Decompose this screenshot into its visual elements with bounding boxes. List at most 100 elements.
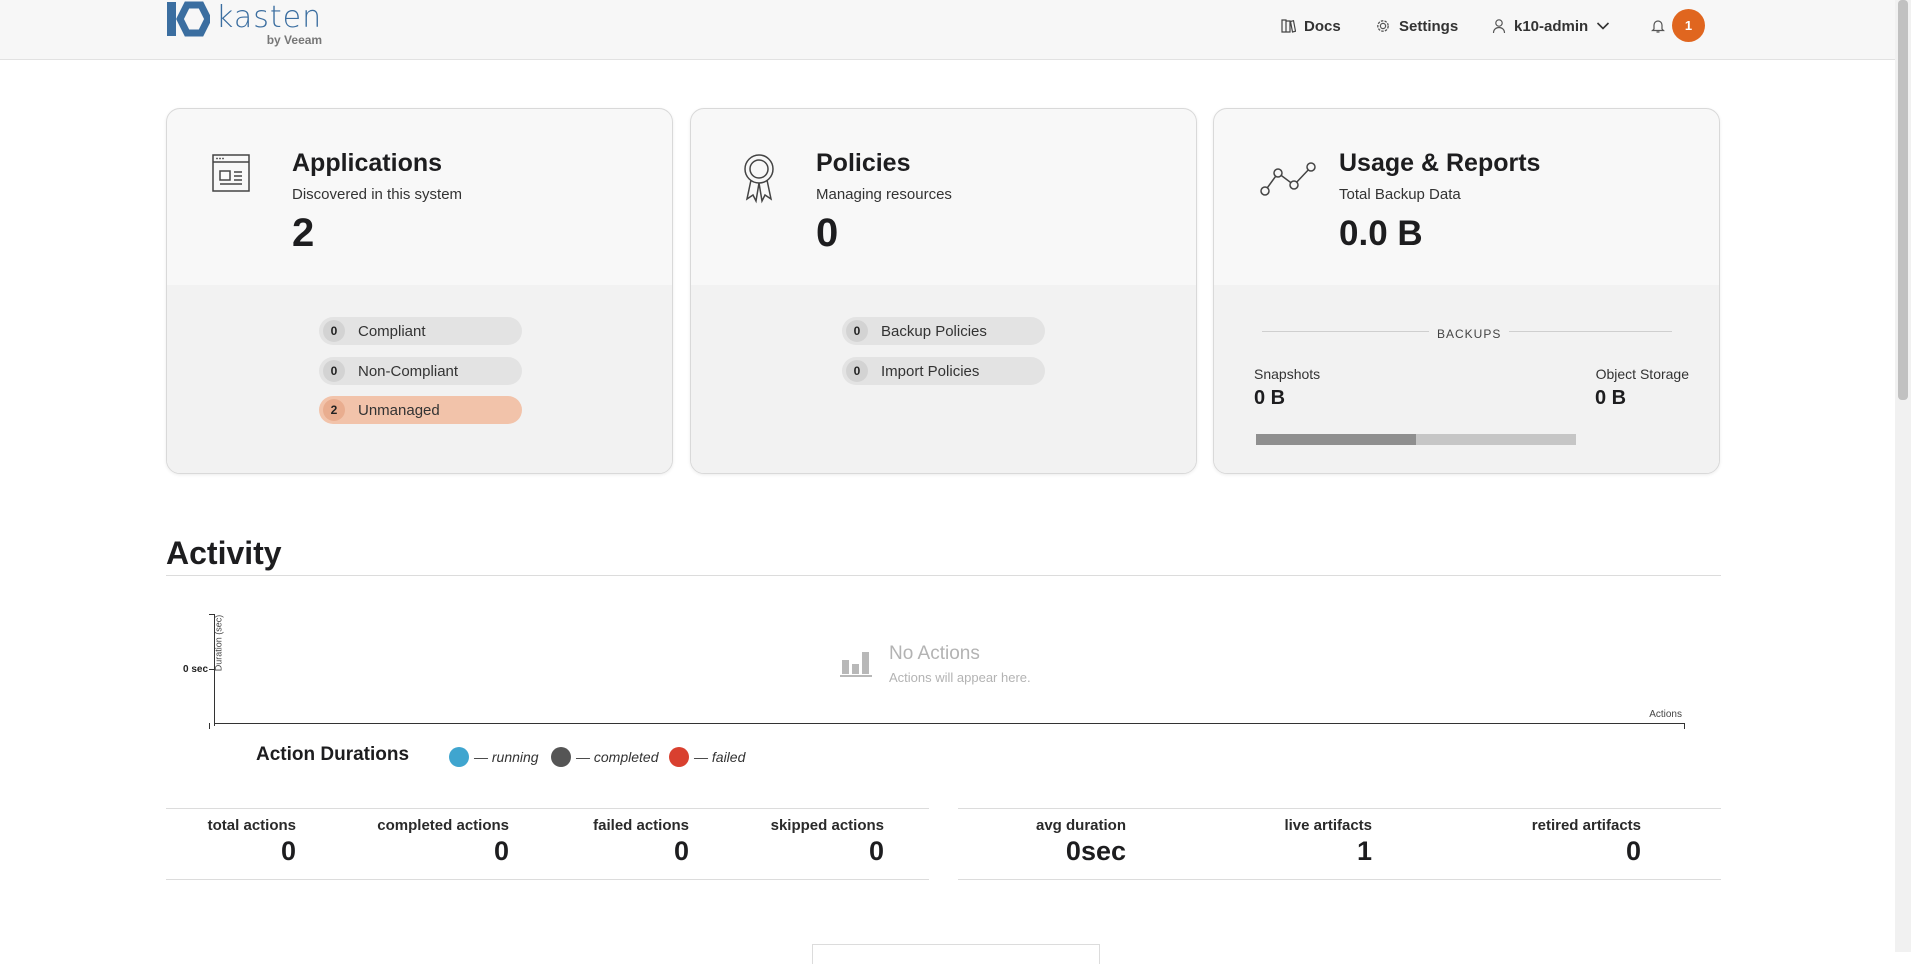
policies-subtitle: Managing resources (816, 186, 952, 203)
snapshots-value: 0 B (1254, 387, 1286, 409)
live-artifacts-value: 1 (1356, 836, 1372, 866)
no-actions-title: No Actions (889, 643, 980, 664)
bar-chart-icon (840, 652, 872, 677)
chart-y-tick-label: 0 sec (183, 664, 209, 675)
skipped-actions-stat: skipped actions 0 (771, 817, 884, 867)
backup-policies-pill[interactable]: 0 Backup Policies (842, 317, 1045, 345)
completed-actions-label: completed actions (377, 817, 509, 834)
chevron-down-icon (1597, 22, 1610, 30)
unmanaged-count: 2 (323, 399, 345, 421)
no-actions-subtitle: Actions will appear here. (889, 670, 1031, 685)
completed-actions-stat: completed actions 0 (377, 817, 509, 867)
import-policies-label: Import Policies (881, 362, 980, 380)
retired-artifacts-stat: retired artifacts 0 (1532, 817, 1641, 867)
award-ribbon-icon (744, 154, 774, 204)
settings-link[interactable]: Settings (1375, 12, 1458, 40)
action-durations-chart: 0 sec Duration (sec) Actions No Actions … (166, 610, 1721, 730)
legend-failed: — failed (669, 747, 745, 767)
chart-y-axis-label: Duration (sec) (213, 614, 224, 672)
docs-label: Docs (1304, 17, 1341, 35)
activity-heading: Activity (166, 535, 282, 571)
policies-title: Policies (816, 149, 911, 177)
user-label: k10-admin (1514, 17, 1589, 35)
docs-link[interactable]: Docs (1280, 12, 1341, 40)
user-icon (1492, 19, 1506, 34)
legend-completed-label: — completed (576, 749, 659, 765)
import-policies-pill[interactable]: 0 Import Policies (842, 357, 1045, 385)
completed-actions-value: 0 (493, 836, 509, 866)
policies-count: 0 (816, 211, 839, 255)
kasten-logo-icon (167, 1, 210, 37)
backup-policies-label: Backup Policies (881, 322, 987, 340)
user-menu[interactable]: k10-admin (1492, 12, 1610, 40)
settings-label: Settings (1399, 17, 1459, 35)
book-icon (1281, 19, 1296, 33)
completed-dot-icon (551, 747, 571, 767)
line-chart-icon (1260, 162, 1316, 196)
applications-title: Applications (292, 149, 443, 177)
retired-artifacts-value: 0 (1625, 836, 1641, 866)
legend-running: — running (449, 747, 539, 767)
legend-completed: — completed (551, 747, 658, 767)
failed-actions-label: failed actions (593, 817, 689, 834)
unmanaged-pill[interactable]: 2 Unmanaged (319, 396, 522, 424)
skipped-actions-label: skipped actions (770, 817, 884, 834)
policies-card[interactable]: Policies Managing resources 0 0 Backup P… (690, 108, 1197, 474)
usage-subtitle: Total Backup Data (1339, 186, 1461, 203)
kasten-logo[interactable]: kasten by Veeam (166, 1, 322, 47)
failed-actions-value: 0 (673, 836, 689, 866)
live-artifacts-label: live artifacts (1284, 817, 1372, 834)
application-window-icon (212, 154, 250, 192)
applications-card[interactable]: Applications Discovered in this system 2… (166, 108, 673, 474)
usage-reports-card[interactable]: Usage & Reports Total Backup Data 0.0 B … (1213, 108, 1720, 474)
usage-title: Usage & Reports (1339, 149, 1541, 177)
compliant-count: 0 (323, 320, 345, 342)
notification-count-badge[interactable]: 1 (1672, 9, 1705, 42)
chart-x-axis-end-tick (1684, 723, 1685, 729)
object-storage-label: Object Storage (1595, 366, 1689, 382)
unmanaged-label: Unmanaged (358, 401, 440, 419)
action-durations-title: Action Durations (256, 744, 410, 765)
snapshots-label: Snapshots (1254, 366, 1321, 382)
top-navigation-bar: kasten by Veeam Docs Settings k10-admin … (0, 0, 1895, 60)
retired-artifacts-label: retired artifacts (1531, 817, 1641, 834)
chart-x-axis-start-tick (209, 723, 210, 729)
gear-icon (1377, 20, 1389, 32)
total-actions-stat: total actions 0 (208, 817, 296, 867)
non-compliant-pill[interactable]: 0 Non-Compliant (319, 357, 522, 385)
compliant-pill[interactable]: 0 Compliant (319, 317, 522, 345)
compliant-label: Compliant (358, 322, 426, 340)
logo-subtitle: by Veeam (266, 33, 323, 47)
applications-count: 2 (292, 211, 315, 255)
total-backup-data: 0.0 B (1339, 214, 1423, 253)
backup-policies-count: 0 (846, 320, 868, 342)
bottom-panel-edge (812, 944, 1100, 964)
chart-x-axis (214, 723, 1685, 724)
applications-subtitle: Discovered in this system (292, 186, 463, 203)
avg-duration-value: 0sec (1065, 836, 1126, 866)
running-dot-icon (449, 747, 469, 767)
skipped-actions-value: 0 (868, 836, 884, 866)
live-artifacts-stat: live artifacts 1 (1284, 817, 1372, 867)
non-compliant-count: 0 (323, 360, 345, 382)
object-storage-usage-bar (1416, 434, 1576, 445)
avg-duration-stat: avg duration 0sec (1036, 817, 1126, 867)
bell-icon (1651, 20, 1665, 33)
legend-running-label: — running (474, 749, 539, 765)
non-compliant-label: Non-Compliant (358, 362, 459, 380)
notifications-button[interactable] (1651, 12, 1673, 40)
chart-x-axis-label: Actions (1649, 709, 1682, 720)
total-actions-value: 0 (280, 836, 296, 866)
activity-divider (166, 575, 1721, 576)
import-policies-count: 0 (846, 360, 868, 382)
logo-wordmark: kasten (216, 0, 323, 35)
failed-dot-icon (669, 747, 689, 767)
legend-failed-label: — failed (694, 749, 746, 765)
scrollbar-thumb[interactable] (1898, 0, 1908, 400)
failed-actions-stat: failed actions 0 (593, 817, 689, 867)
total-actions-label: total actions (207, 817, 296, 834)
backups-heading: BACKUPS (1429, 327, 1510, 341)
object-storage-value: 0 B (1595, 387, 1627, 409)
avg-duration-label: avg duration (1035, 817, 1126, 834)
snapshots-usage-bar (1256, 434, 1416, 445)
